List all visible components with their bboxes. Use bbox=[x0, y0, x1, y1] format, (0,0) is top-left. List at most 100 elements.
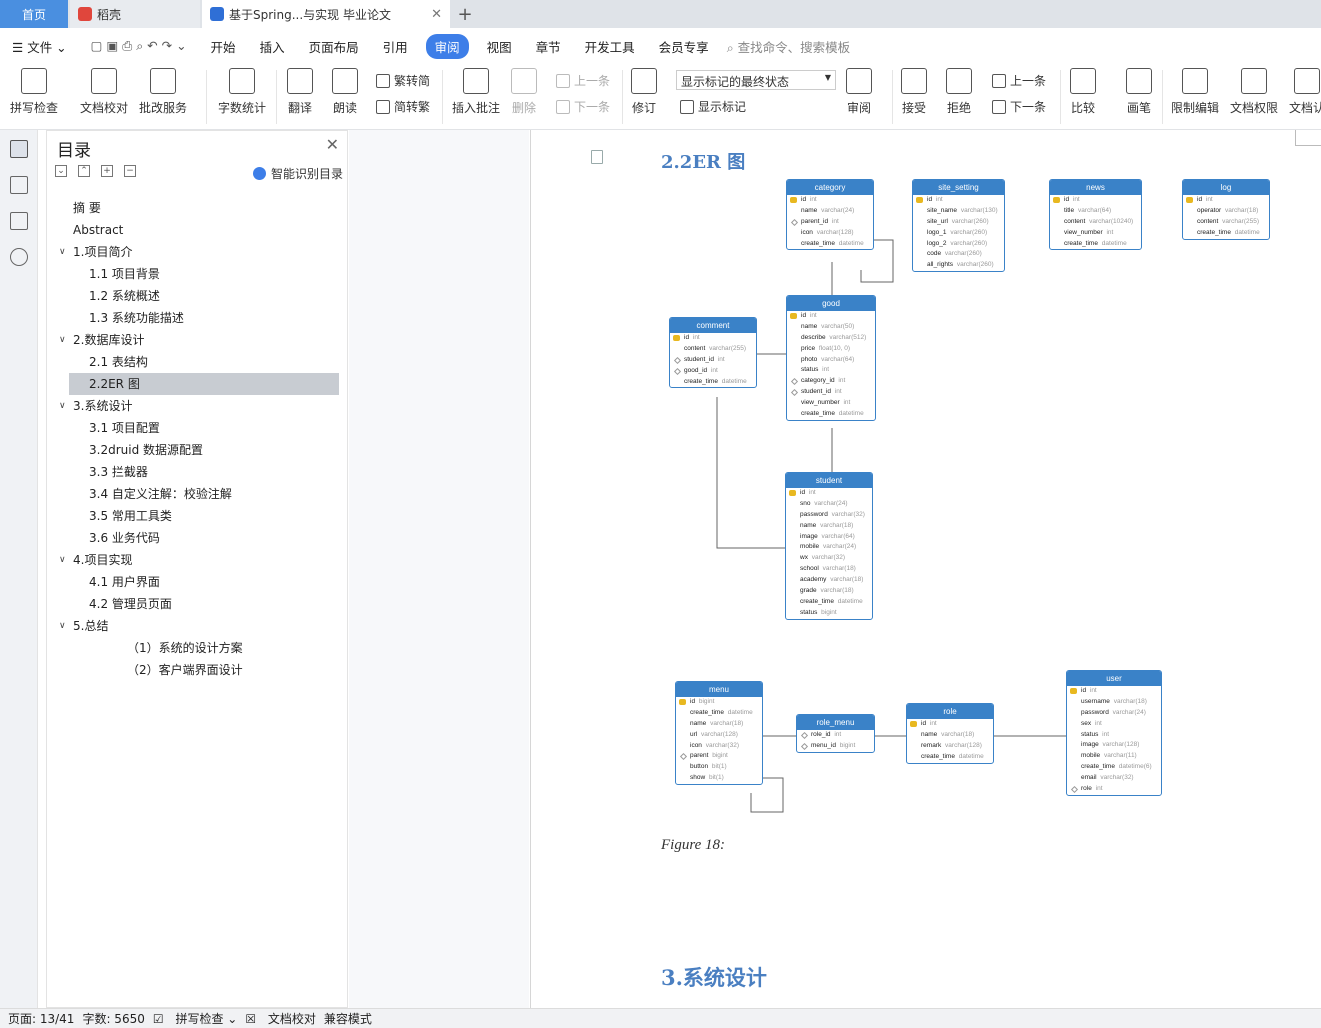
er-field-name: icon bbox=[801, 228, 813, 236]
er-field-name: site_name bbox=[927, 206, 957, 214]
new-tab-button[interactable]: + bbox=[450, 0, 480, 28]
toc-item[interactable]: 2.2ER 图 bbox=[69, 373, 339, 395]
chevron-down-icon[interactable]: ∨ bbox=[59, 241, 66, 263]
er-field: grade varchar(18) bbox=[786, 586, 872, 597]
toc-item[interactable]: ∨ 3.系统设计 bbox=[47, 395, 347, 417]
toc-item[interactable]: ∨ 1.项目简介 bbox=[47, 241, 347, 263]
page-indicator[interactable]: 页面: 13/41 bbox=[8, 1010, 74, 1027]
er-field-name: content bbox=[1064, 217, 1086, 225]
er-field-type: varchar(32) bbox=[811, 554, 845, 562]
toc-item[interactable]: （1）系统的设计方案 bbox=[47, 637, 347, 659]
close-icon[interactable]: ✕ bbox=[326, 135, 339, 154]
command-search[interactable]: ⌕ 查找命令、搜索模板 bbox=[727, 37, 851, 56]
doc-check-button[interactable]: 文档校对 bbox=[80, 68, 128, 116]
menu-insert[interactable]: 插入 bbox=[248, 37, 297, 56]
menu-dev-tools[interactable]: 开发工具 bbox=[573, 37, 647, 56]
status-doc-check[interactable]: ☒ 文档校对 bbox=[245, 1010, 316, 1027]
menu-member[interactable]: 会员专享 bbox=[647, 37, 721, 56]
er-field-type: varchar(32) bbox=[1100, 774, 1134, 782]
er-field-type: varchar(64) bbox=[821, 532, 855, 540]
word-count-button[interactable]: 字数统计 bbox=[218, 68, 266, 116]
expand-all-icon[interactable]: ⌃ bbox=[78, 165, 90, 177]
revise-button[interactable]: 修订 bbox=[631, 68, 657, 116]
batch-service-button[interactable]: 批改服务 bbox=[139, 68, 187, 116]
toc-item[interactable]: 3.5 常用工具类 bbox=[47, 505, 347, 527]
toc-item[interactable]: 2.1 表结构 bbox=[47, 351, 347, 373]
t2s-button[interactable]: 繁转简 bbox=[376, 72, 430, 89]
reject-button[interactable]: 拒绝 bbox=[946, 68, 972, 116]
toc-item[interactable]: ∨ 2.数据库设计 bbox=[47, 329, 347, 351]
toc-panel-icon[interactable] bbox=[10, 140, 28, 158]
key-icon bbox=[790, 197, 797, 203]
menu-start[interactable]: 开始 bbox=[199, 37, 248, 56]
close-icon[interactable]: ✕ bbox=[431, 7, 442, 22]
status-spell-check[interactable]: ☑ 拼写检查 ⌄ bbox=[153, 1010, 237, 1027]
toc-item[interactable]: 3.2druid 数据源配置 bbox=[47, 439, 347, 461]
show-marks-icon bbox=[680, 99, 694, 114]
toc-item[interactable]: 4.1 用户界面 bbox=[47, 571, 347, 593]
er-field-name: photo bbox=[801, 355, 818, 363]
key-icon bbox=[910, 721, 917, 727]
s2t-button[interactable]: 简转繁 bbox=[376, 98, 430, 115]
outline-icon[interactable] bbox=[10, 176, 28, 194]
toc-item[interactable]: 摘 要 bbox=[47, 197, 347, 219]
accept-button[interactable]: 接受 bbox=[901, 68, 927, 116]
remove-entry-icon[interactable]: − bbox=[124, 165, 136, 177]
review-pane-button[interactable]: 审阅 bbox=[846, 68, 872, 116]
menu-chapter[interactable]: 章节 bbox=[524, 37, 573, 56]
menu-page-layout[interactable]: 页面布局 bbox=[297, 37, 371, 56]
toc-item[interactable]: 3.6 业务代码 bbox=[47, 527, 347, 549]
toc-item[interactable]: ∨ 5.总结 bbox=[47, 615, 347, 637]
toc-item[interactable]: 3.4 自定义注解：校验注解 bbox=[47, 483, 347, 505]
tab-daoke[interactable]: 稻壳 bbox=[70, 0, 200, 28]
prev-change-button[interactable]: 上一条 bbox=[992, 72, 1046, 89]
restrict-edit-button[interactable]: 限制编辑 bbox=[1171, 68, 1219, 116]
toc-item[interactable]: （2）客户端界面设计 bbox=[47, 659, 347, 681]
file-menu[interactable]: ☰ 文件 ⌄ bbox=[0, 37, 79, 56]
next-comment-button[interactable]: 下一条 bbox=[556, 98, 610, 115]
toc-item[interactable]: 1.3 系统功能描述 bbox=[47, 307, 347, 329]
translate-button[interactable]: 翻译 bbox=[287, 68, 313, 116]
chevron-down-icon[interactable]: ∨ bbox=[59, 329, 66, 351]
doc-permission-button[interactable]: 文档权限 bbox=[1230, 68, 1278, 116]
toc-item[interactable]: 1.2 系统概述 bbox=[47, 285, 347, 307]
word-count[interactable]: 字数: 5650 bbox=[82, 1010, 144, 1027]
er-field: email varchar(32) bbox=[1067, 773, 1161, 784]
compare-icon bbox=[1070, 68, 1096, 94]
chevron-down-icon[interactable]: ∨ bbox=[59, 615, 66, 637]
menu-references[interactable]: 引用 bbox=[371, 37, 420, 56]
er-field-type: datetime bbox=[837, 597, 863, 605]
toc-item[interactable]: 3.1 项目配置 bbox=[47, 417, 347, 439]
compare-button[interactable]: 比较 bbox=[1070, 68, 1096, 116]
toc-item[interactable]: Abstract bbox=[47, 219, 347, 241]
doc-cert-button[interactable]: 文档认 bbox=[1289, 68, 1321, 116]
bookmark-icon[interactable] bbox=[10, 212, 28, 230]
menu-view[interactable]: 视图 bbox=[475, 37, 524, 56]
show-marks-button[interactable]: 显示标记 bbox=[680, 98, 746, 115]
spell-check-button[interactable]: 拼写检查 bbox=[10, 68, 58, 116]
read-aloud-button[interactable]: 朗读 bbox=[332, 68, 358, 116]
insert-comment-button[interactable]: 插入批注 bbox=[452, 68, 500, 116]
er-field-name: good_id bbox=[684, 366, 708, 374]
next-change-button[interactable]: 下一条 bbox=[992, 98, 1046, 115]
foreign-key-icon bbox=[673, 356, 682, 364]
tab-home[interactable]: 首页 bbox=[0, 0, 68, 28]
smart-toc-button[interactable]: 智能识别目录 bbox=[252, 165, 343, 182]
delete-comment-button[interactable]: 删除 bbox=[511, 68, 537, 116]
toc-item[interactable]: 3.3 拦截器 bbox=[47, 461, 347, 483]
menu-review[interactable]: 审阅 bbox=[425, 33, 469, 59]
prev-comment-button[interactable]: 上一条 bbox=[556, 72, 610, 89]
chevron-down-icon[interactable]: ∨ bbox=[59, 549, 66, 571]
chevron-down-icon[interactable]: ∨ bbox=[59, 395, 66, 417]
er-field-name: create_time bbox=[1081, 763, 1115, 771]
toc-item[interactable]: 1.1 项目背景 bbox=[47, 263, 347, 285]
search-icon[interactable] bbox=[10, 248, 28, 266]
tab-document[interactable]: 基于Spring...与实现 毕业论文 ✕ bbox=[202, 0, 450, 28]
pen-button[interactable]: 画笔 bbox=[1126, 68, 1152, 116]
toc-item[interactable]: 4.2 管理员页面 bbox=[47, 593, 347, 615]
collapse-all-icon[interactable]: ⌄ bbox=[55, 165, 67, 177]
toc-item[interactable]: ∨ 4.项目实现 bbox=[47, 549, 347, 571]
er-field-name: site_url bbox=[927, 217, 948, 225]
add-entry-icon[interactable]: + bbox=[101, 165, 113, 177]
markup-state-select[interactable]: 显示标记的最终状态 ▼ bbox=[676, 70, 836, 90]
